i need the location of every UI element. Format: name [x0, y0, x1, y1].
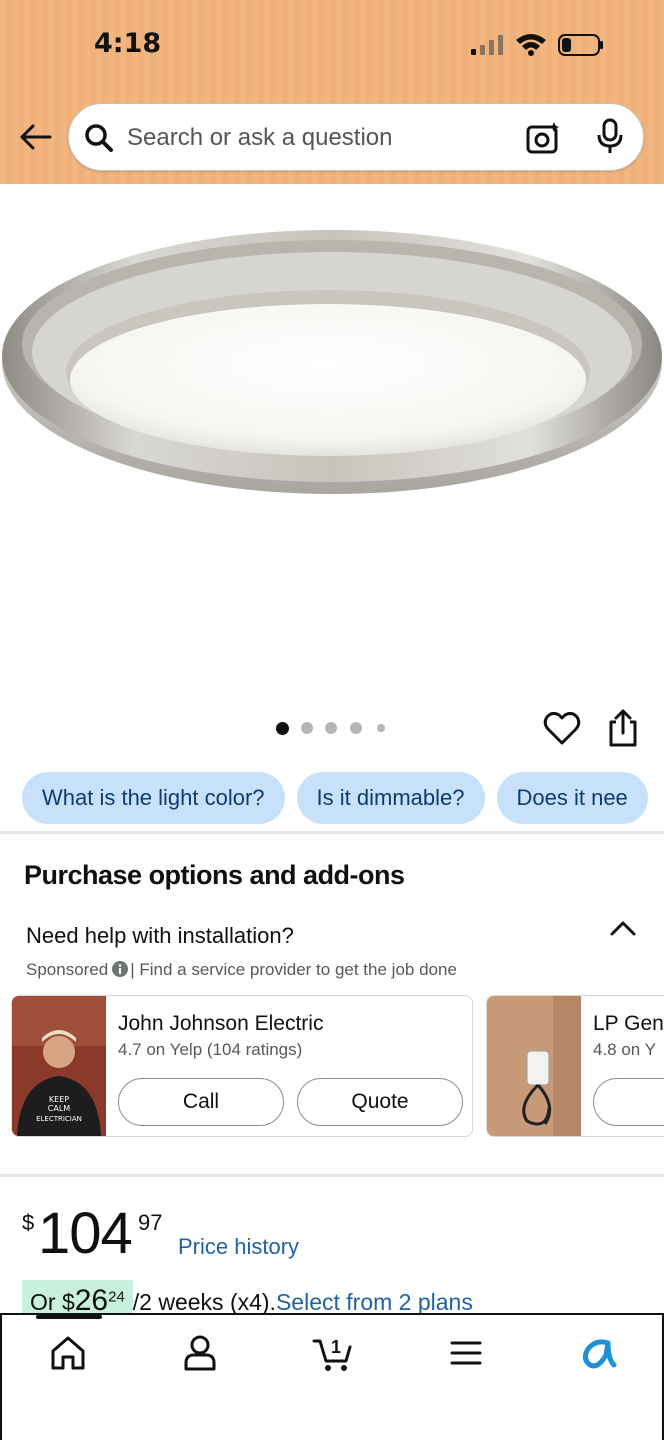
- bottom-nav: 1: [0, 1313, 664, 1440]
- installment-cents: 24: [108, 1288, 125, 1306]
- installation-help-title[interactable]: Need help with installation?: [26, 923, 294, 949]
- carousel-dot[interactable]: [301, 722, 313, 734]
- chevron-up-icon[interactable]: [608, 918, 638, 938]
- menu-icon[interactable]: [446, 1333, 486, 1373]
- provider-name[interactable]: LP Gen: [593, 1012, 664, 1036]
- provider-rating: 4.7 on Yelp (104 ratings): [118, 1040, 303, 1059]
- svg-text:KEEP: KEEP: [49, 1095, 69, 1104]
- quote-button[interactable]: Quote: [297, 1078, 463, 1126]
- section-divider: [0, 831, 664, 834]
- provider-photo: KEEP CALM ELECTRICIAN: [12, 996, 106, 1136]
- back-arrow-icon[interactable]: [16, 118, 54, 156]
- sponsored-label: Sponsored: [26, 960, 109, 979]
- image-carousel-dots[interactable]: [276, 720, 396, 736]
- mic-icon[interactable]: [595, 118, 625, 156]
- provider-photo: [487, 996, 581, 1136]
- search-icon: [85, 124, 113, 152]
- product-image[interactable]: [0, 184, 664, 704]
- installment-whole: 26: [74, 1284, 109, 1314]
- question-chip-needs[interactable]: Does it nee: [496, 772, 648, 824]
- question-chip-light-color[interactable]: What is the light color?: [22, 772, 285, 824]
- installment-pill: Or $2624: [22, 1280, 133, 1314]
- top-header: 4:18 Search or ask a question: [0, 0, 664, 184]
- carousel-dot[interactable]: [325, 722, 337, 734]
- section-divider: [0, 1174, 664, 1177]
- question-chip-dimmable[interactable]: Is it dimmable?: [296, 772, 485, 824]
- call-button[interactable]: [593, 1078, 664, 1126]
- question-chips: What is the light color? Is it dimmable? D…: [22, 772, 664, 824]
- svg-text:ELECTRICIAN: ELECTRICIAN: [36, 1115, 82, 1123]
- camera-icon[interactable]: [525, 120, 561, 156]
- carousel-dot[interactable]: [377, 724, 385, 732]
- select-plans-link[interactable]: Select from 2 plans: [276, 1289, 473, 1314]
- cart-icon[interactable]: 1: [312, 1333, 356, 1373]
- home-icon[interactable]: [48, 1333, 88, 1373]
- wifi-icon: [516, 34, 546, 56]
- search-bar[interactable]: Search or ask a question: [68, 103, 644, 171]
- share-icon[interactable]: [606, 708, 640, 748]
- provider-rating: 4.8 on Y: [593, 1040, 657, 1059]
- call-button[interactable]: Call: [118, 1078, 284, 1126]
- info-icon[interactable]: [112, 961, 129, 977]
- installment-suffix: /2 weeks (x4).: [132, 1289, 276, 1314]
- sponsored-line: Sponsored | Find a service provider to ge…: [26, 960, 457, 980]
- cellular-signal-icon: [471, 35, 503, 55]
- provider-card[interactable]: LP Gen 4.8 on Y: [486, 995, 664, 1137]
- sponsored-text: | Find a service provider to get the job…: [130, 960, 457, 979]
- status-time: 4:18: [94, 28, 162, 59]
- account-icon[interactable]: [180, 1333, 220, 1373]
- provider-card[interactable]: KEEP CALM ELECTRICIAN John Johnson Elect…: [11, 995, 473, 1137]
- installment-line: Or $2624/2 weeks (x4).Select from 2 plan…: [22, 1280, 473, 1314]
- provider-name[interactable]: John Johnson Electric: [118, 1012, 323, 1036]
- cart-count: 1: [331, 1337, 341, 1357]
- search-input[interactable]: Search or ask a question: [127, 124, 393, 152]
- svg-text:CALM: CALM: [48, 1104, 71, 1113]
- purchase-options-title: Purchase options and add-ons: [24, 860, 405, 890]
- price-whole: 104: [38, 1201, 133, 1266]
- rufus-icon[interactable]: [578, 1333, 618, 1373]
- price-cents: 97: [138, 1210, 163, 1235]
- carousel-dot-active[interactable]: [276, 722, 289, 735]
- price-history-link[interactable]: Price history: [178, 1234, 299, 1260]
- heart-icon[interactable]: [543, 710, 581, 746]
- carousel-dot[interactable]: [350, 722, 362, 734]
- battery-icon: [558, 34, 603, 56]
- price-currency: $: [22, 1210, 35, 1235]
- active-tab-indicator: [36, 1315, 102, 1319]
- installment-prefix: Or $: [30, 1289, 75, 1314]
